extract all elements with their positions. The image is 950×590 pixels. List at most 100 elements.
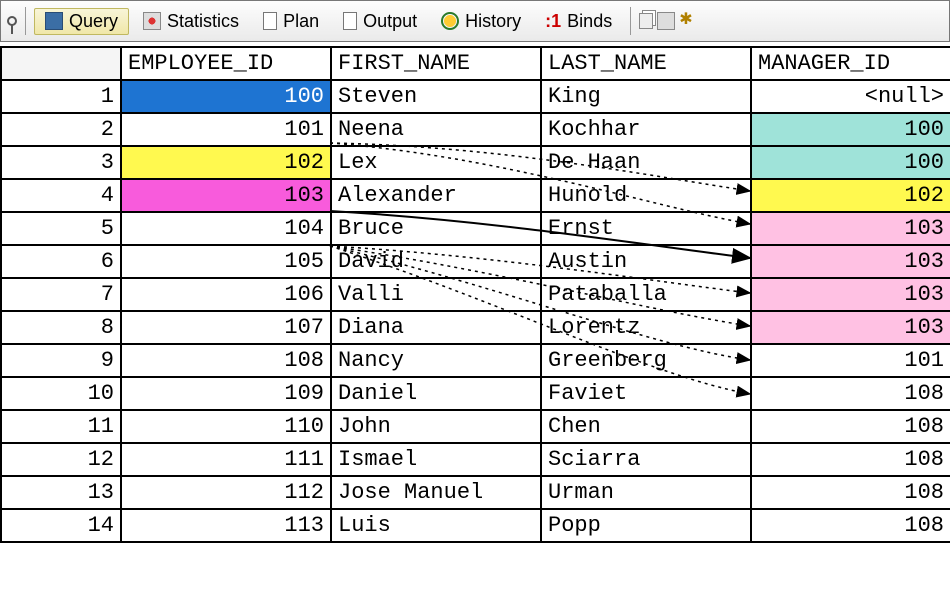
cell-employee-id[interactable]: 112 xyxy=(121,476,331,509)
cell-rownum[interactable]: 9 xyxy=(1,344,121,377)
cell-employee-id[interactable]: 113 xyxy=(121,509,331,542)
cell-manager-id[interactable]: 103 xyxy=(751,212,950,245)
table-row[interactable]: 12111IsmaelSciarra108 xyxy=(1,443,950,476)
tab-output[interactable]: Output xyxy=(333,9,427,34)
cell-manager-id[interactable]: 101 xyxy=(751,344,950,377)
cell-manager-id[interactable]: 103 xyxy=(751,245,950,278)
table-row[interactable]: 13112Jose ManuelUrman108 xyxy=(1,476,950,509)
cell-employee-id[interactable]: 107 xyxy=(121,311,331,344)
cell-first-name[interactable]: Diana xyxy=(331,311,541,344)
cell-manager-id[interactable]: 108 xyxy=(751,476,950,509)
cell-last-name[interactable]: Sciarra xyxy=(541,443,751,476)
cell-first-name[interactable]: Alexander xyxy=(331,179,541,212)
cell-rownum[interactable]: 8 xyxy=(1,311,121,344)
table-row[interactable]: 6105DavidAustin103 xyxy=(1,245,950,278)
result-table[interactable]: EMPLOYEE_ID FIRST_NAME LAST_NAME MANAGER… xyxy=(0,46,950,543)
cell-first-name[interactable]: Ismael xyxy=(331,443,541,476)
cell-rownum[interactable]: 14 xyxy=(1,509,121,542)
cell-last-name[interactable]: Austin xyxy=(541,245,751,278)
cell-last-name[interactable]: Chen xyxy=(541,410,751,443)
cell-rownum[interactable]: 7 xyxy=(1,278,121,311)
cell-rownum[interactable]: 13 xyxy=(1,476,121,509)
cell-first-name[interactable]: John xyxy=(331,410,541,443)
tab-statistics[interactable]: Statistics xyxy=(133,9,249,34)
cell-employee-id[interactable]: 111 xyxy=(121,443,331,476)
table-row[interactable]: 14113LuisPopp108 xyxy=(1,509,950,542)
cell-manager-id[interactable]: 108 xyxy=(751,443,950,476)
cell-rownum[interactable]: 12 xyxy=(1,443,121,476)
col-manager-id[interactable]: MANAGER_ID xyxy=(751,47,950,80)
cell-rownum[interactable]: 2 xyxy=(1,113,121,146)
cell-employee-id[interactable]: 102 xyxy=(121,146,331,179)
cell-first-name[interactable]: Neena xyxy=(331,113,541,146)
cell-first-name[interactable]: Jose Manuel xyxy=(331,476,541,509)
cell-last-name[interactable]: Pataballa xyxy=(541,278,751,311)
tab-plan[interactable]: Plan xyxy=(253,9,329,34)
cell-last-name[interactable]: Popp xyxy=(541,509,751,542)
cell-last-name[interactable]: Kochhar xyxy=(541,113,751,146)
cell-last-name[interactable]: Ernst xyxy=(541,212,751,245)
cell-first-name[interactable]: Steven xyxy=(331,80,541,113)
pin-icon[interactable] xyxy=(7,16,17,26)
cell-first-name[interactable]: Nancy xyxy=(331,344,541,377)
cell-rownum[interactable]: 1 xyxy=(1,80,121,113)
table-row[interactable]: 2101NeenaKochhar100 xyxy=(1,113,950,146)
cell-employee-id[interactable]: 110 xyxy=(121,410,331,443)
table-row[interactable]: 8107DianaLorentz103 xyxy=(1,311,950,344)
cell-rownum[interactable]: 6 xyxy=(1,245,121,278)
cell-first-name[interactable]: Bruce xyxy=(331,212,541,245)
cell-rownum[interactable]: 10 xyxy=(1,377,121,410)
table-row[interactable]: 4103AlexanderHunold102 xyxy=(1,179,950,212)
cell-manager-id[interactable]: 103 xyxy=(751,311,950,344)
cell-last-name[interactable]: King xyxy=(541,80,751,113)
cell-employee-id[interactable]: 109 xyxy=(121,377,331,410)
col-first-name[interactable]: FIRST_NAME xyxy=(331,47,541,80)
cell-manager-id[interactable]: <null> xyxy=(751,80,950,113)
cell-last-name[interactable]: Lorentz xyxy=(541,311,751,344)
table-row[interactable]: 10109DanielFaviet108 xyxy=(1,377,950,410)
cell-first-name[interactable]: Valli xyxy=(331,278,541,311)
cell-rownum[interactable]: 4 xyxy=(1,179,121,212)
cell-last-name[interactable]: Urman xyxy=(541,476,751,509)
cell-manager-id[interactable]: 108 xyxy=(751,410,950,443)
cell-employee-id[interactable]: 104 xyxy=(121,212,331,245)
cell-employee-id[interactable]: 108 xyxy=(121,344,331,377)
cell-employee-id[interactable]: 100 xyxy=(121,80,331,113)
cell-manager-id[interactable]: 103 xyxy=(751,278,950,311)
col-last-name[interactable]: LAST_NAME xyxy=(541,47,751,80)
col-rownum[interactable] xyxy=(1,47,121,80)
cell-last-name[interactable]: Faviet xyxy=(541,377,751,410)
cell-last-name[interactable]: Hunold xyxy=(541,179,751,212)
cell-first-name[interactable]: David xyxy=(331,245,541,278)
table-row[interactable]: 1100StevenKing<null> xyxy=(1,80,950,113)
table-row[interactable]: 7106ValliPataballa103 xyxy=(1,278,950,311)
col-employee-id[interactable]: EMPLOYEE_ID xyxy=(121,47,331,80)
table-row[interactable]: 5104BruceErnst103 xyxy=(1,212,950,245)
tab-history[interactable]: History xyxy=(431,9,531,34)
cell-employee-id[interactable]: 103 xyxy=(121,179,331,212)
cell-employee-id[interactable]: 106 xyxy=(121,278,331,311)
cell-manager-id[interactable]: 100 xyxy=(751,146,950,179)
tab-binds[interactable]: :1 Binds xyxy=(535,9,622,34)
cell-rownum[interactable]: 11 xyxy=(1,410,121,443)
cell-first-name[interactable]: Lex xyxy=(331,146,541,179)
cell-employee-id[interactable]: 101 xyxy=(121,113,331,146)
cell-manager-id[interactable]: 108 xyxy=(751,377,950,410)
table-row[interactable]: 11110JohnChen108 xyxy=(1,410,950,443)
cell-rownum[interactable]: 5 xyxy=(1,212,121,245)
cell-last-name[interactable]: Greenberg xyxy=(541,344,751,377)
star-icon[interactable]: ✱ xyxy=(679,12,697,30)
table-row[interactable]: 9108NancyGreenberg101 xyxy=(1,344,950,377)
cell-last-name[interactable]: De Haan xyxy=(541,146,751,179)
table-row[interactable]: 3102LexDe Haan100 xyxy=(1,146,950,179)
tab-query[interactable]: Query xyxy=(34,8,129,35)
cell-manager-id[interactable]: 102 xyxy=(751,179,950,212)
cell-rownum[interactable]: 3 xyxy=(1,146,121,179)
insert-row-icon[interactable] xyxy=(657,12,675,30)
cell-first-name[interactable]: Daniel xyxy=(331,377,541,410)
cell-employee-id[interactable]: 105 xyxy=(121,245,331,278)
cell-manager-id[interactable]: 100 xyxy=(751,113,950,146)
copy-icon[interactable] xyxy=(639,13,653,29)
cell-manager-id[interactable]: 108 xyxy=(751,509,950,542)
cell-first-name[interactable]: Luis xyxy=(331,509,541,542)
